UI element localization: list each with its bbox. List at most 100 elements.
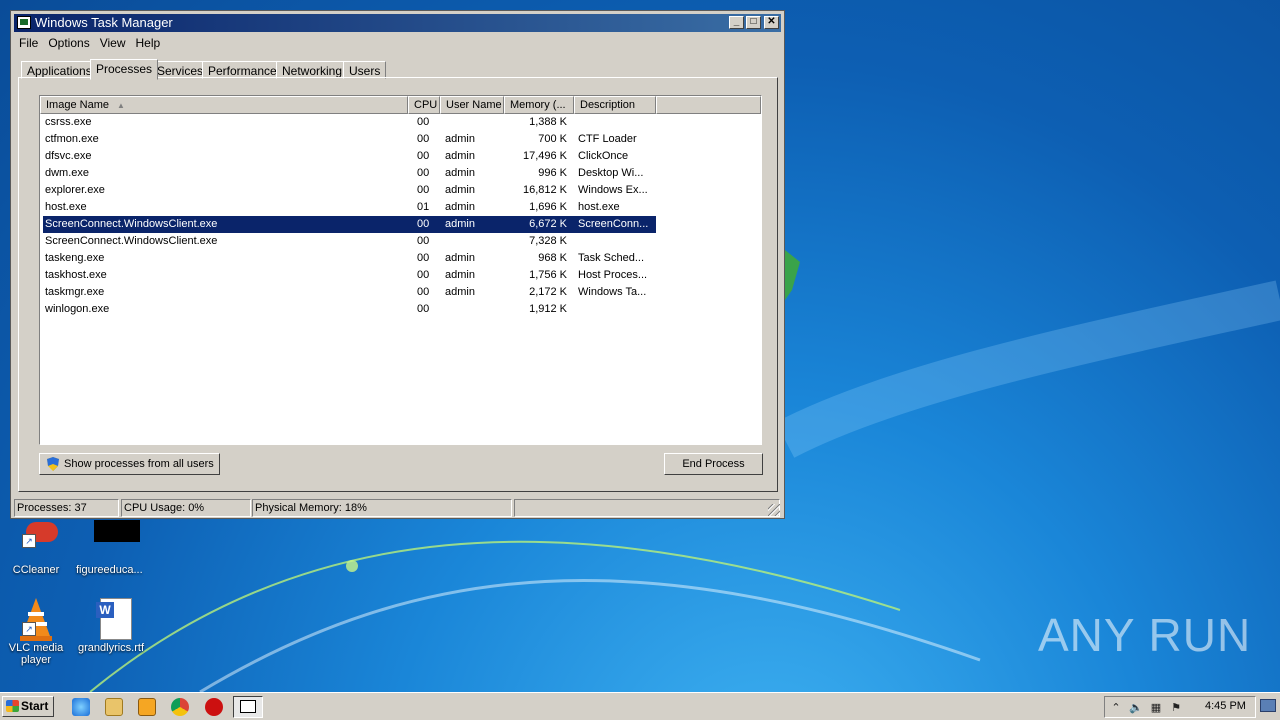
desktop-icon-vlc[interactable]: ↗ VLC media player [4, 596, 68, 666]
folder-icon[interactable] [105, 698, 123, 716]
column-image-name[interactable]: Image Name ▲ [40, 96, 408, 114]
process-user: admin [445, 150, 475, 162]
start-button[interactable]: Start [2, 696, 54, 717]
table-row[interactable]: csrss.exe 00 1,388 K [43, 114, 656, 131]
process-memory: 17,496 K [522, 150, 567, 162]
show-all-processes-button[interactable]: Show processes from all users [39, 453, 220, 475]
process-cpu: 00 [417, 184, 430, 196]
process-user: admin [445, 167, 475, 179]
process-memory: 1,696 K [529, 201, 567, 213]
process-name: ScreenConnect.WindowsClient.exe [45, 235, 218, 247]
chrome-icon[interactable] [171, 698, 189, 716]
process-user: admin [445, 133, 475, 145]
desktop-icon-figure[interactable]: figureeduca... [76, 518, 143, 576]
process-cpu: 00 [417, 235, 430, 247]
ccleaner-icon: ↗ [12, 518, 60, 562]
process-cpu: 01 [417, 201, 430, 213]
process-description: host.exe [578, 201, 620, 213]
process-user: admin [445, 269, 475, 281]
task-manager-icon [17, 16, 31, 29]
action-center-flag-icon[interactable]: ⚑ [1169, 701, 1183, 714]
process-cpu: 00 [417, 218, 430, 230]
menu-help[interactable]: Help [131, 33, 166, 50]
minimize-button[interactable]: _ [729, 16, 744, 29]
desktop-icon-label: figureeduca... [76, 564, 143, 576]
process-cpu: 00 [417, 286, 430, 298]
task-manager-taskbar-button[interactable] [233, 696, 263, 718]
task-manager-window[interactable]: Windows Task Manager _ □ ✕ File Options Vi… [10, 10, 785, 519]
status-physical-memory: Physical Memory: 18% [252, 499, 512, 517]
process-name: taskmgr.exe [45, 286, 105, 298]
column-cpu[interactable]: CPU [408, 96, 440, 114]
network-icon[interactable]: ▦ [1149, 701, 1163, 714]
start-label: Start [21, 699, 49, 713]
column-spacer [656, 96, 761, 114]
process-memory: 968 K [538, 252, 567, 264]
table-row[interactable]: dwm.exe 00 admin 996 K Desktop Wi... [43, 165, 656, 182]
process-cpu: 00 [417, 116, 430, 128]
status-bar: Processes: 37 CPU Usage: 0% Physical Mem… [14, 499, 781, 517]
desktop-icon-label: grandlyrics.rtf [78, 642, 145, 654]
title-bar[interactable]: Windows Task Manager _ □ ✕ [14, 14, 781, 32]
end-process-button[interactable]: End Process [664, 453, 763, 475]
media-player-icon[interactable] [138, 698, 156, 716]
desktop-icon-ccleaner[interactable]: ↗ CCleaner [4, 518, 68, 576]
process-cpu: 00 [417, 303, 430, 315]
vlc-cone-icon: ↗ [12, 596, 60, 641]
table-row[interactable]: dfsvc.exe 00 admin 17,496 K ClickOnce [43, 148, 656, 165]
internet-explorer-icon[interactable] [72, 698, 90, 716]
desktop-icon-label: CCleaner [12, 564, 60, 576]
window-title: Windows Task Manager [35, 15, 173, 30]
process-memory: 996 K [538, 167, 567, 179]
sort-ascending-icon: ▲ [116, 101, 125, 110]
menu-view[interactable]: View [95, 33, 131, 50]
process-cpu: 00 [417, 252, 430, 264]
word-document-icon: W [86, 596, 134, 640]
close-button[interactable]: ✕ [764, 16, 779, 29]
process-user: admin [445, 286, 475, 298]
table-row[interactable]: ctfmon.exe 00 admin 700 K CTF Loader [43, 131, 656, 148]
table-row[interactable]: taskeng.exe 00 admin 968 K Task Sched... [43, 250, 656, 267]
table-row[interactable]: taskmgr.exe 00 admin 2,172 K Windows Ta.… [43, 284, 656, 301]
process-name: dwm.exe [45, 167, 90, 179]
menu-bar: File Options View Help [14, 33, 781, 53]
process-description: Windows Ex... [578, 184, 648, 196]
table-row[interactable]: winlogon.exe 00 1,912 K [43, 301, 656, 318]
table-row-selected[interactable]: ScreenConnect.WindowsClient.exe 00 admin… [43, 216, 656, 233]
process-description: Task Sched... [578, 252, 645, 264]
column-header-row: Image Name ▲ CPU User Name Memory (... De… [40, 96, 761, 114]
maximize-button[interactable]: □ [746, 16, 761, 29]
volume-icon[interactable]: 🔈 [1129, 701, 1143, 714]
menu-options[interactable]: Options [43, 33, 94, 50]
process-memory: 7,328 K [529, 235, 567, 247]
resize-grip-icon[interactable] [768, 504, 780, 516]
process-memory: 6,672 K [529, 218, 567, 230]
column-user-name[interactable]: User Name [440, 96, 504, 114]
column-memory[interactable]: Memory (... [504, 96, 574, 114]
process-name: explorer.exe [45, 184, 105, 196]
column-description[interactable]: Description [574, 96, 656, 114]
clock[interactable]: 4:45 PM [1205, 700, 1246, 712]
process-list[interactable]: Image Name ▲ CPU User Name Memory (... De… [39, 95, 762, 445]
tab-processes[interactable]: Processes [90, 59, 159, 80]
table-row[interactable]: ScreenConnect.WindowsClient.exe 00 7,328… [43, 233, 656, 250]
show-all-processes-label: Show processes from all users [64, 458, 214, 470]
table-row[interactable]: taskhost.exe 00 admin 1,756 K Host Proce… [43, 267, 656, 284]
anyrun-watermark: ANY RUN [1038, 609, 1252, 661]
process-memory: 2,172 K [529, 286, 567, 298]
show-desktop-button[interactable] [1260, 699, 1276, 712]
process-name: csrss.exe [45, 116, 92, 128]
table-row[interactable]: host.exe 01 admin 1,696 K host.exe [43, 199, 656, 216]
desktop-icon-grandly[interactable]: W grandlyrics.rtf [78, 596, 145, 654]
menu-file[interactable]: File [14, 33, 43, 50]
process-cpu: 00 [417, 133, 430, 145]
show-hidden-icons-icon[interactable]: ⌃ [1109, 701, 1123, 714]
process-memory: 1,388 K [529, 116, 567, 128]
process-cpu: 00 [417, 150, 430, 162]
process-name: ScreenConnect.WindowsClient.exe [45, 218, 218, 230]
table-row[interactable]: explorer.exe 00 admin 16,812 K Windows E… [43, 182, 656, 199]
uac-shield-icon [47, 457, 59, 471]
processes-panel: Image Name ▲ CPU User Name Memory (... De… [18, 77, 778, 492]
opera-icon[interactable] [205, 698, 223, 716]
file-thumbnail-icon [84, 518, 140, 562]
